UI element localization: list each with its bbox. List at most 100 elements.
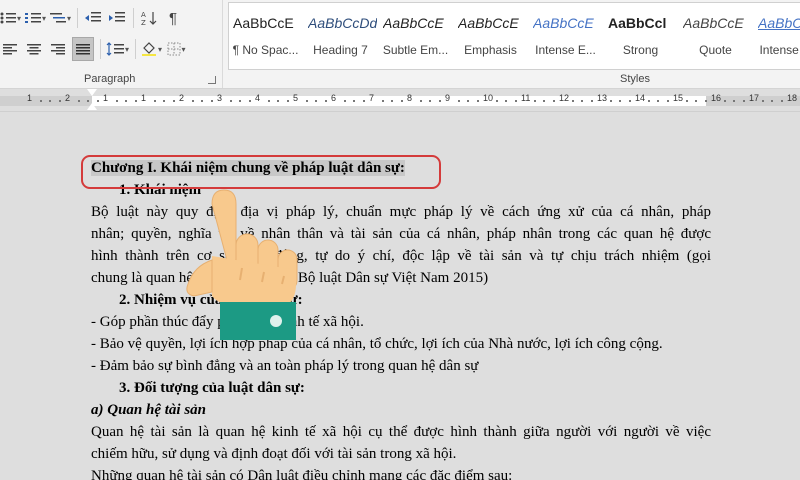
align-right-button[interactable] xyxy=(48,38,68,60)
style-no-spacing[interactable]: AaBbCcE ¶ No Spac... xyxy=(229,3,302,69)
ruler-number: 1 xyxy=(27,93,33,103)
ruler-tick xyxy=(543,100,545,102)
pointing-hand-icon xyxy=(186,189,298,340)
ruler-tick xyxy=(581,100,583,102)
ruler-tick xyxy=(704,100,707,102)
ruler-number: 9 xyxy=(445,93,451,103)
ruler-tick xyxy=(96,100,99,102)
increase-indent-button[interactable] xyxy=(107,7,127,29)
ruler-tick xyxy=(248,100,251,102)
style-quote[interactable]: AaBbCcE Quote xyxy=(679,3,752,69)
ruler-tick xyxy=(514,100,517,102)
first-line-indent-marker[interactable] xyxy=(87,89,97,96)
ruler-tick xyxy=(353,100,355,102)
subheading-quan-he-tai-san: a) Quan hệ tài sản xyxy=(91,402,207,418)
borders-icon xyxy=(167,42,181,56)
style-sample: AaBbCcE xyxy=(233,15,294,31)
sort-button[interactable]: AZ xyxy=(139,7,159,29)
ruler-number: 17 xyxy=(749,93,760,103)
ruler-number: 1 xyxy=(103,93,109,103)
ruler-tick xyxy=(619,100,621,102)
style-sample: AaBbCcE xyxy=(458,15,519,31)
chevron-down-icon: ▾ xyxy=(125,44,130,54)
numbering-icon xyxy=(25,13,42,23)
ruler-tick xyxy=(163,100,165,102)
style-name: ¶ No Spac... xyxy=(232,43,299,57)
style-heading-7[interactable]: AaBbCcDd Heading 7 xyxy=(304,3,377,69)
ruler-tick xyxy=(505,100,507,102)
ruler-number: 2 xyxy=(179,93,185,103)
ruler-tick xyxy=(590,100,593,102)
pilcrow-icon: ¶ xyxy=(169,9,178,27)
align-right-icon xyxy=(51,44,65,55)
style-name: Heading 7 xyxy=(313,43,368,57)
ruler-tick xyxy=(210,100,213,102)
ruler-number: 5 xyxy=(293,93,299,103)
decrease-indent-button[interactable] xyxy=(83,7,103,29)
ruler-tick xyxy=(723,100,726,102)
line-spacing-icon xyxy=(106,42,124,56)
ruler-tick xyxy=(286,100,289,102)
sort-icon: AZ xyxy=(141,11,157,26)
ruler-tick xyxy=(628,100,631,102)
justify-button[interactable] xyxy=(72,37,94,61)
multilevel-list-button[interactable]: ▾ xyxy=(50,7,71,29)
ruler-number: 18 xyxy=(787,93,798,103)
style-name: Strong xyxy=(622,43,659,57)
ribbon: ▾ ▾ ▾ AZ ¶ ▾ ▾ ▾ Paragraph AaBbCcE ¶ No … xyxy=(0,0,800,89)
ruler-number: 16 xyxy=(711,93,722,103)
ruler-tick xyxy=(476,100,479,102)
ruler-tick xyxy=(391,100,393,102)
bullets-button[interactable]: ▾ xyxy=(0,7,21,29)
ruler-tick xyxy=(239,100,241,102)
paragraph-toolbar-row-2: ▾ ▾ ▾ xyxy=(0,37,190,61)
ruler-tick xyxy=(172,100,175,102)
ruler-tick xyxy=(733,100,735,102)
paragraph-dialog-launcher-icon[interactable] xyxy=(208,76,216,84)
borders-button[interactable]: ▾ xyxy=(166,38,186,60)
ruler-tick xyxy=(438,100,441,102)
ruler-tick xyxy=(39,100,42,102)
style-intense-quote[interactable]: AaBbCcE Intense Q... xyxy=(754,3,800,69)
ruler-tick xyxy=(343,100,346,102)
separator xyxy=(100,39,101,59)
ruler-tick xyxy=(400,100,403,102)
chevron-down-icon: ▾ xyxy=(17,13,22,23)
hanging-indent-marker[interactable] xyxy=(87,103,97,110)
ruler-tick xyxy=(571,100,574,102)
line-spacing-button[interactable]: ▾ xyxy=(106,38,129,60)
style-sample: AaBbCcE xyxy=(683,15,744,31)
shading-button[interactable]: ▾ xyxy=(141,38,162,60)
ruler-tick xyxy=(153,100,156,102)
ruler-number: 10 xyxy=(483,93,494,103)
ruler-number: 14 xyxy=(635,93,646,103)
paint-bucket-icon xyxy=(142,42,157,56)
decrease-indent-icon xyxy=(85,12,102,22)
style-name: Emphasis xyxy=(464,43,517,57)
ruler-tick xyxy=(134,100,137,102)
style-name: Intense E... xyxy=(535,43,596,57)
style-sample: AaBbCcDd xyxy=(308,15,377,31)
style-sample: AaBbCcE xyxy=(533,15,594,31)
ruler-tick xyxy=(429,100,431,102)
ruler-number: 15 xyxy=(673,93,684,103)
ruler-number: 7 xyxy=(369,93,375,103)
align-center-button[interactable] xyxy=(24,38,44,60)
style-emphasis[interactable]: AaBbCcE Emphasis xyxy=(454,3,527,69)
chevron-down-icon: ▾ xyxy=(181,44,186,54)
align-left-button[interactable] xyxy=(0,38,20,60)
ruler-number: 4 xyxy=(255,93,261,103)
show-formatting-button[interactable]: ¶ xyxy=(163,7,183,29)
style-intense-emphasis[interactable]: AaBbCcE Intense E... xyxy=(529,3,602,69)
numbering-button[interactable]: ▾ xyxy=(25,7,46,29)
ruler-tick xyxy=(381,100,384,102)
style-subtle-emphasis[interactable]: AaBbCcE Subtle Em... xyxy=(379,3,452,69)
align-center-icon xyxy=(27,44,41,55)
ruler-number: 8 xyxy=(407,93,413,103)
ruler-tick xyxy=(495,100,498,102)
paragraph-line: Quan hệ tài sản là quan hệ kinh tế xã hộ… xyxy=(91,424,711,440)
ruler-tick xyxy=(362,100,365,102)
style-name: Subtle Em... xyxy=(382,43,449,57)
ruler-number: 13 xyxy=(597,93,608,103)
style-strong[interactable]: AaBbCcl Strong xyxy=(604,3,677,69)
